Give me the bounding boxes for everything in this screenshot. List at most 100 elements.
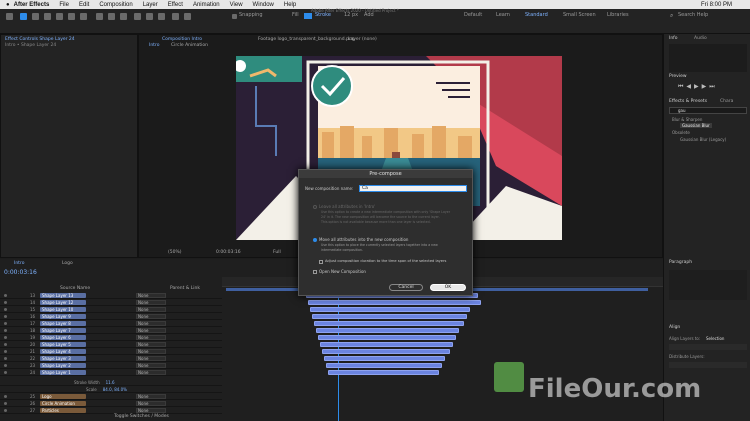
move-attributes-label[interactable]: Move all attributes into the new composi… (319, 237, 408, 242)
tab-effects-presets[interactable]: Effects & Presets (669, 99, 707, 104)
menu-composition[interactable]: Composition (99, 2, 132, 8)
home-icon[interactable] (6, 13, 13, 20)
pen-tool-icon[interactable] (108, 13, 115, 20)
snapping-checkbox-icon[interactable] (232, 14, 237, 19)
roto-tool-icon[interactable] (172, 13, 179, 20)
layer-row[interactable]: 22 Shape Layer 3 None (0, 355, 222, 362)
hand-tool-icon[interactable] (32, 13, 39, 20)
parent-dropdown[interactable]: None (136, 299, 166, 305)
layer-row[interactable]: 26 Circle Animation None (0, 400, 222, 407)
composition-name-input[interactable]: Ca (359, 185, 467, 192)
layer-duration-bar[interactable] (312, 314, 467, 319)
layer-name[interactable]: Shape Layer 3 (40, 355, 86, 361)
visibility-eye-icon[interactable] (4, 314, 7, 318)
layer-duration-bar[interactable] (324, 356, 445, 361)
layer-duration-bar[interactable] (318, 335, 456, 340)
layer-name[interactable]: Shape Layer 6 (40, 334, 86, 340)
selection-tool-icon[interactable] (20, 13, 27, 20)
gaussian-blur-legacy-item[interactable]: Gaussian Blur (Legacy) (680, 137, 726, 142)
parent-dropdown[interactable]: None (136, 407, 166, 413)
menu-animation[interactable]: Animation (193, 2, 220, 8)
fill-label[interactable]: Fill (292, 12, 299, 18)
parent-dropdown[interactable]: None (136, 369, 166, 375)
parent-dropdown[interactable]: None (136, 306, 166, 312)
search-icon[interactable]: ⌕ (670, 12, 673, 20)
parent-dropdown[interactable]: None (136, 393, 166, 399)
ok-button[interactable]: OK (430, 284, 466, 291)
layer-row[interactable]: 19 Shape Layer 6 None (0, 334, 222, 341)
tab-align[interactable]: Align (669, 325, 680, 330)
layer-row[interactable]: 16 Shape Layer 9 None (0, 313, 222, 320)
layer-row[interactable]: 18 Shape Layer 7 None (0, 327, 222, 334)
parent-dropdown[interactable]: None (136, 341, 166, 347)
tab-layer[interactable]: Layer (none) (348, 37, 377, 42)
move-attributes-radio[interactable] (313, 238, 317, 242)
layer-row[interactable]: 27 Particles None (0, 407, 222, 414)
tab-timeline-intro[interactable]: Intro (14, 261, 24, 266)
gaussian-blur-item[interactable]: Gaussian Blur (680, 123, 712, 128)
visibility-eye-icon[interactable] (4, 356, 7, 360)
parent-dropdown[interactable]: None (136, 355, 166, 361)
puppet-tool-icon[interactable] (184, 13, 191, 20)
layer-duration-bar[interactable] (320, 342, 453, 347)
visibility-eye-icon[interactable] (4, 300, 7, 304)
camera-tool-icon[interactable] (68, 13, 75, 20)
parent-dropdown[interactable]: None (136, 362, 166, 368)
blur-sharpen-folder[interactable]: Blur & Sharpen (672, 117, 702, 122)
type-tool-icon[interactable] (120, 13, 127, 20)
parent-dropdown[interactable]: None (136, 334, 166, 340)
adjust-duration-label[interactable]: Adjust composition duration to the time … (325, 259, 446, 263)
distribute-buttons[interactable] (669, 362, 747, 368)
visibility-eye-icon[interactable] (4, 370, 7, 374)
tab-paragraph[interactable]: Paragraph (669, 260, 692, 265)
obsolete-folder[interactable]: Obsolete (672, 130, 690, 135)
clone-tool-icon[interactable] (146, 13, 153, 20)
layer-name[interactable]: Shape Layer 12 (40, 299, 86, 305)
align-buttons[interactable] (669, 344, 747, 350)
layer-row[interactable]: 15 Shape Layer 10 None (0, 306, 222, 313)
layer-name[interactable]: Shape Layer 5 (40, 341, 86, 347)
tab-effect-controls[interactable]: Effect Controls Shape Layer 24 (5, 37, 75, 42)
menu-file[interactable]: File (59, 2, 69, 8)
app-menu[interactable]: After Effects (14, 2, 50, 8)
apple-icon[interactable]: ● (6, 2, 10, 8)
search-help-input[interactable]: Search Help (678, 12, 708, 18)
layer-duration-bar[interactable] (322, 349, 450, 354)
layer-row[interactable]: 25 Logo None (0, 393, 222, 400)
zoom-tool-icon[interactable] (44, 13, 51, 20)
toggle-switches-modes[interactable]: Toggle Switches / Modes (114, 414, 169, 419)
menu-view[interactable]: View (230, 2, 243, 8)
layer-duration-bar[interactable] (310, 307, 470, 312)
parent-dropdown[interactable]: None (136, 320, 166, 326)
workspace-libraries[interactable]: Libraries (607, 12, 629, 18)
open-new-composition-label[interactable]: Open New Composition (319, 269, 366, 274)
visibility-eye-icon[interactable] (4, 321, 7, 325)
layer-name[interactable]: Shape Layer 9 (40, 313, 86, 319)
layer-duration-bar[interactable] (326, 363, 442, 368)
layer-name[interactable]: Logo (40, 393, 86, 399)
layer-duration-bar[interactable] (314, 321, 464, 326)
tab-footage[interactable]: Footage logo_transparent_background.png (258, 37, 355, 42)
visibility-eye-icon[interactable] (4, 342, 7, 346)
preview-controls[interactable]: ⏮◀▶▶⏭ (678, 83, 718, 91)
layer-row[interactable]: 17 Shape Layer 8 None (0, 320, 222, 327)
visibility-eye-icon[interactable] (4, 335, 7, 339)
tab-timeline-logo[interactable]: Logo (62, 261, 73, 266)
layer-name[interactable]: Shape Layer 2 (40, 362, 86, 368)
visibility-eye-icon[interactable] (4, 401, 7, 405)
menu-help[interactable]: Help (284, 2, 296, 8)
layer-row[interactable]: 14 Shape Layer 12 None (0, 299, 222, 306)
workspace-learn[interactable]: Learn (496, 12, 510, 18)
layer-duration-bar[interactable] (328, 370, 439, 375)
stroke-width-value[interactable]: 11.6 (106, 380, 115, 385)
parent-dropdown[interactable]: None (136, 327, 166, 333)
workspace-small-screen[interactable]: Small Screen (563, 12, 596, 18)
layer-row[interactable]: 24 Shape Layer 1 None (0, 369, 222, 376)
visibility-eye-icon[interactable] (4, 307, 7, 311)
resolution-dropdown[interactable]: Full (273, 250, 281, 255)
adjust-duration-checkbox[interactable] (319, 260, 323, 264)
open-new-composition-checkbox[interactable] (313, 270, 317, 274)
subtab-circle-animation[interactable]: Circle Animation (171, 43, 208, 48)
layer-name[interactable]: Particles (40, 407, 86, 413)
layer-name[interactable]: Shape Layer 7 (40, 327, 86, 333)
